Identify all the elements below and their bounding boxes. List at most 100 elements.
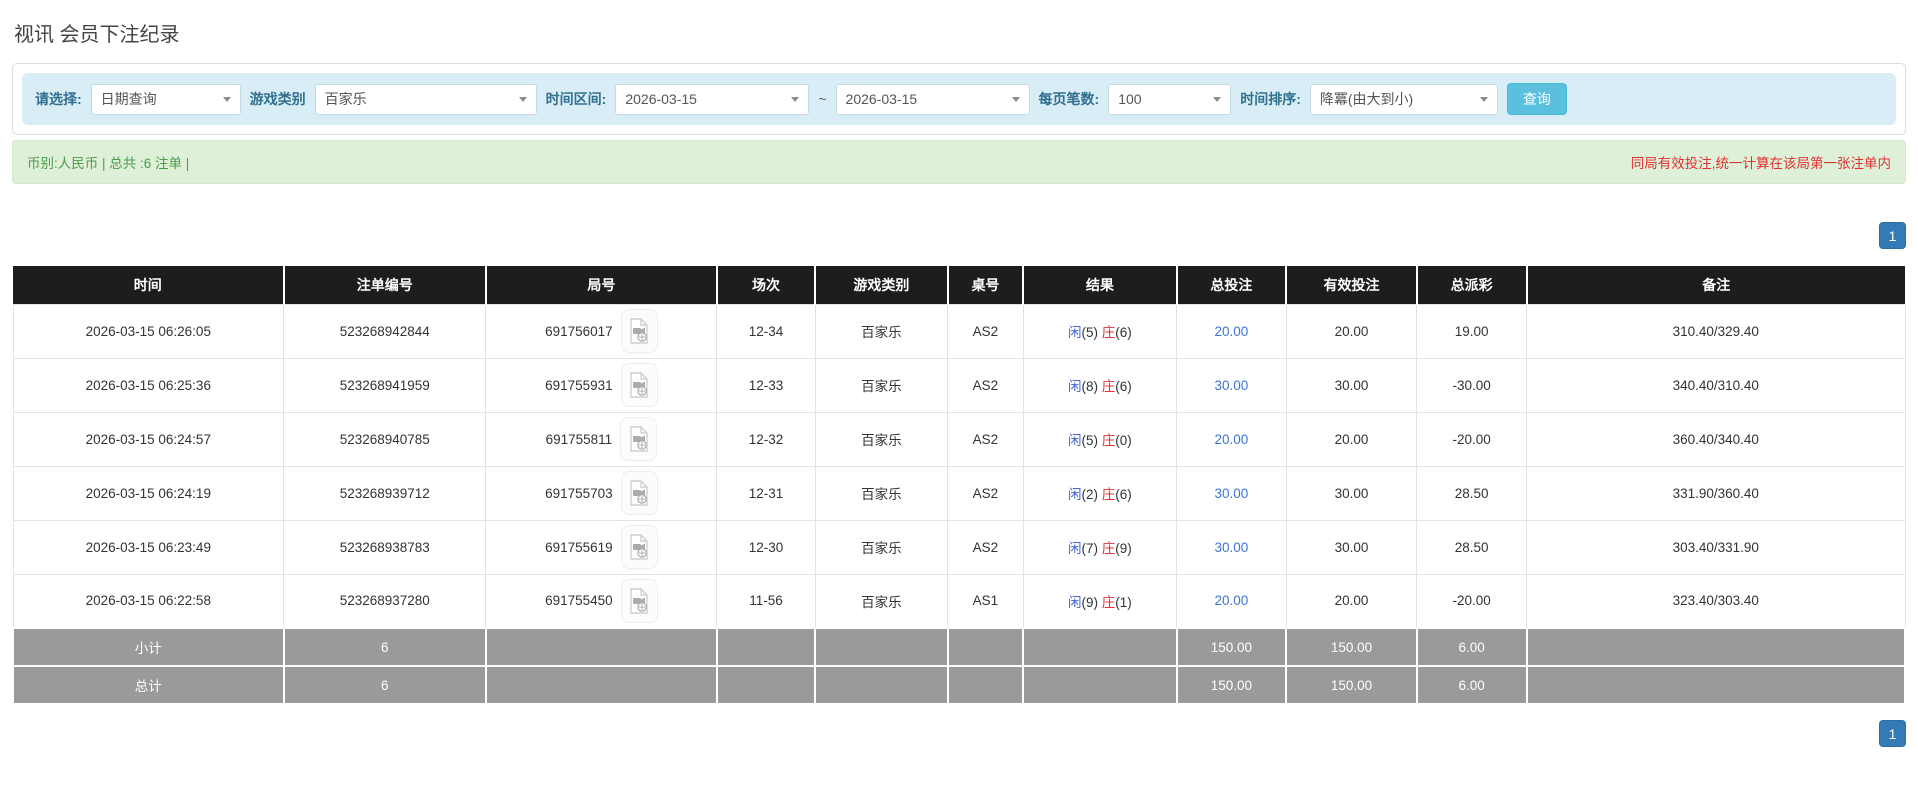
- date-from-value: 2026-03-15: [625, 91, 697, 107]
- player-result-label: 闲: [1068, 325, 1082, 340]
- time-cell: 2026-03-15 06:26:05: [12, 303, 285, 359]
- total-bet-link[interactable]: 30.00: [1215, 378, 1249, 393]
- column-header: 备注: [1525, 266, 1905, 304]
- banker-result-score: (9): [1115, 541, 1132, 556]
- footer-empty-cell: [484, 627, 718, 667]
- valid-bet-cell: 30.00: [1285, 357, 1418, 413]
- total-bet-link[interactable]: 30.00: [1215, 540, 1249, 555]
- query-type-select[interactable]: 日期查询: [90, 83, 241, 115]
- result-cell: 闲(5) 庄(0): [1022, 411, 1178, 467]
- table-row: 2026-03-15 06:24:57 523268940785 691755811…: [12, 411, 1906, 467]
- search-button[interactable]: 查询: [1506, 83, 1567, 115]
- table-no-cell: AS2: [947, 465, 1024, 521]
- video-replay-button[interactable]: [620, 363, 658, 407]
- payout-cell: -20.00: [1416, 411, 1528, 467]
- page-1-button[interactable]: 1: [1879, 222, 1906, 249]
- total-bet-cell: 30.00: [1176, 519, 1287, 575]
- remark-cell: 331.90/360.40: [1526, 465, 1906, 521]
- game-type-selected-value: 百家乐: [324, 91, 367, 107]
- footer-valid-bet-cell: 150.00: [1285, 627, 1418, 667]
- table-row: 2026-03-15 06:24:19 523268939712 691755703…: [12, 465, 1906, 521]
- result-cell: 闲(9) 庄(1): [1022, 573, 1178, 629]
- table-row: 2026-03-15 06:26:05 523268942844 691756017…: [12, 303, 1906, 359]
- pagination-top: 1: [12, 222, 1906, 249]
- footer-empty-cell: [946, 627, 1025, 667]
- session-cell: 12-33: [716, 357, 816, 413]
- player-result-score: (5): [1081, 433, 1099, 448]
- page-size-select[interactable]: 100: [1108, 83, 1232, 115]
- video-replay-button[interactable]: [620, 525, 658, 569]
- time-sort-label: 时间排序:: [1240, 91, 1301, 107]
- valid-bet-cell: 20.00: [1285, 303, 1418, 359]
- date-to-select[interactable]: 2026-03-15: [835, 83, 1030, 115]
- total-bet-cell: 20.00: [1176, 303, 1287, 359]
- bet-records-table: 时间 注单编号 局号 场次 游戏类别 桌号 结果 总投注 有效投注 总派彩 备注 2026-03-1…: [12, 266, 1907, 705]
- round-cell: 691755619: [485, 519, 718, 575]
- video-file-icon: [629, 426, 648, 452]
- chevron-down-icon: [518, 96, 527, 102]
- table-header-row: 时间 注单编号 局号 场次 游戏类别 桌号 结果 总投注 有效投注 总派彩 备注: [13, 266, 1905, 304]
- column-header: 结果: [1022, 266, 1177, 304]
- result-cell: 闲(7) 庄(9): [1022, 519, 1178, 575]
- date-to-value: 2026-03-15: [845, 91, 918, 107]
- player-result-label: 闲: [1068, 487, 1082, 502]
- total-bet-link[interactable]: 20.00: [1215, 324, 1249, 339]
- player-result-label: 闲: [1068, 541, 1082, 556]
- video-replay-button[interactable]: [620, 578, 658, 623]
- video-replay-button[interactable]: [620, 471, 658, 515]
- chevron-down-icon: [1213, 96, 1222, 102]
- player-result-label: 闲: [1068, 433, 1082, 448]
- player-result-score: (8): [1081, 379, 1099, 394]
- round-id: 691755619: [545, 539, 613, 555]
- bet-id-cell: 523268941959: [283, 357, 487, 413]
- total-bet-link[interactable]: 20.00: [1215, 432, 1249, 447]
- column-header: 注单编号: [282, 266, 486, 304]
- game-type-cell: 百家乐: [814, 573, 949, 629]
- game-type-select[interactable]: 百家乐: [314, 83, 537, 115]
- total-bet-link[interactable]: 30.00: [1215, 486, 1249, 501]
- date-from-select[interactable]: 2026-03-15: [615, 83, 810, 115]
- valid-bet-cell: 20.00: [1285, 411, 1418, 467]
- bet-id-cell: 523268937280: [283, 573, 487, 629]
- round-cell: 691755811: [485, 411, 718, 467]
- payout-cell: -20.00: [1416, 573, 1528, 629]
- total-bet-cell: 20.00: [1176, 411, 1287, 467]
- result-cell: 闲(5) 庄(6): [1022, 303, 1178, 359]
- footer-total-bet-cell: 150.00: [1175, 627, 1288, 667]
- remark-cell: 323.40/303.40: [1526, 573, 1906, 629]
- note-text: 同局有效投注,统一计算在该局第一张注单内: [1630, 156, 1891, 171]
- session-cell: 12-31: [716, 465, 816, 521]
- time-sort-select[interactable]: 降冪(由大到小): [1309, 83, 1498, 115]
- player-result-score: (5): [1081, 325, 1099, 340]
- total-bet-link[interactable]: 20.00: [1215, 593, 1249, 608]
- chevron-down-icon: [791, 96, 800, 102]
- query-type-label: 请选择:: [35, 91, 82, 107]
- banker-result-label: 庄: [1101, 487, 1116, 502]
- footer-label-cell: 总计: [12, 665, 285, 705]
- banker-result-score: (6): [1115, 379, 1132, 394]
- round-id: 691755703: [545, 485, 613, 501]
- video-file-icon: [630, 480, 648, 506]
- table-row: 2026-03-15 06:25:36 523268941959 691755931…: [12, 357, 1906, 413]
- footer-empty-cell: [814, 665, 949, 705]
- payout-cell: 19.00: [1416, 303, 1528, 359]
- column-header: 总投注: [1175, 266, 1287, 304]
- player-result-label: 闲: [1068, 594, 1082, 610]
- banker-result-score: (6): [1115, 325, 1132, 340]
- footer-label-cell: 小计: [12, 627, 285, 667]
- table-no-cell: AS2: [947, 303, 1024, 359]
- footer-empty-cell: [814, 627, 949, 667]
- footer-valid-bet-cell: 150.00: [1285, 665, 1418, 705]
- filter-panel: 请选择: 日期查询 游戏类别 百家乐 时间区间: 2026-03-15 ~ 20…: [12, 63, 1906, 135]
- page-1-button[interactable]: 1: [1879, 720, 1906, 747]
- footer-payout-cell: 6.00: [1415, 665, 1528, 705]
- table-no-cell: AS1: [947, 573, 1024, 629]
- player-result-score: (7): [1081, 541, 1099, 556]
- page-size-label: 每页笔数:: [1038, 91, 1100, 107]
- payout-cell: -30.00: [1416, 357, 1528, 413]
- banker-result-label: 庄: [1101, 379, 1116, 394]
- video-replay-button[interactable]: [620, 309, 658, 353]
- banker-result-label: 庄: [1101, 325, 1116, 340]
- bet-id-cell: 523268940785: [283, 411, 487, 467]
- video-replay-button[interactable]: [620, 417, 658, 461]
